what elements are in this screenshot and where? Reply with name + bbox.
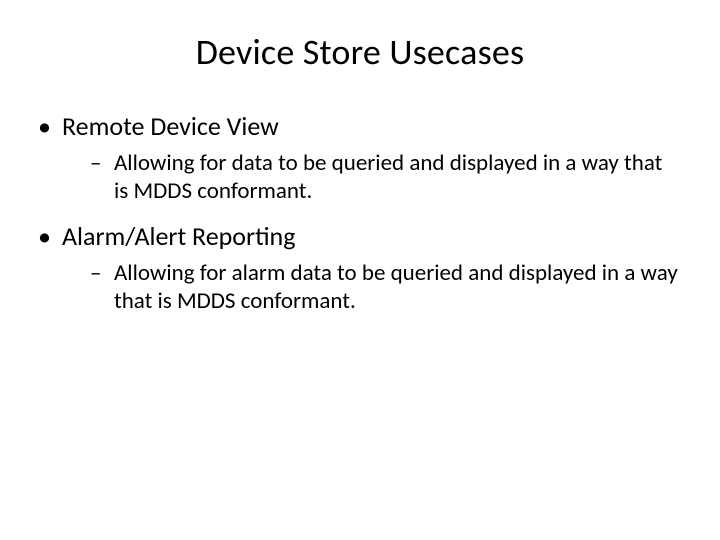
bullet-label: Alarm/Alert Reporting (62, 220, 295, 252)
slide-title: Device Store Usecases (40, 30, 680, 74)
bullet-list: Remote Device View Allowing for data to … (34, 110, 680, 316)
list-item: Remote Device View Allowing for data to … (34, 110, 680, 206)
sub-list: Allowing for alarm data to be queried an… (90, 259, 680, 317)
bullet-label: Remote Device View (62, 110, 279, 142)
list-item: Allowing for alarm data to be queried an… (90, 259, 680, 317)
subbullet-text: Allowing for alarm data to be queried an… (114, 259, 678, 316)
slide: Device Store Usecases Remote Device View… (0, 0, 720, 540)
sub-list: Allowing for data to be queried and disp… (90, 149, 680, 207)
list-item: Allowing for data to be queried and disp… (90, 149, 680, 207)
subbullet-text: Allowing for data to be queried and disp… (114, 149, 662, 206)
list-item: Alarm/Alert Reporting Allowing for alarm… (34, 220, 680, 316)
